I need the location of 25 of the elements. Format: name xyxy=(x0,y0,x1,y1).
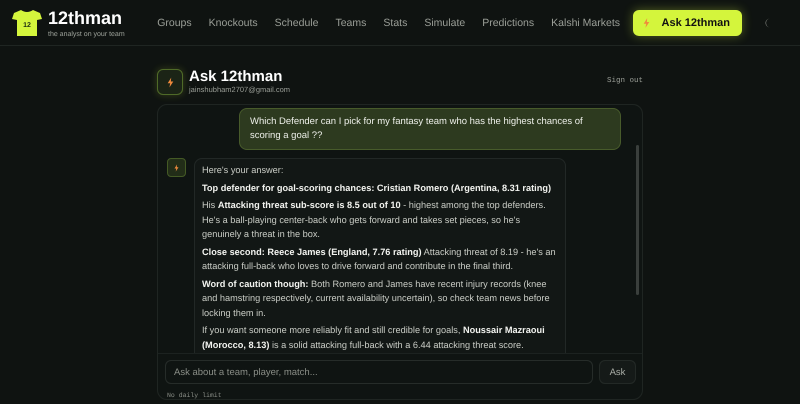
question-input[interactable]: Ask about a team, player, match... xyxy=(165,360,593,384)
nav-link[interactable]: Stats xyxy=(374,16,416,28)
nav-link[interactable]: Schedule xyxy=(266,16,327,28)
lightning-icon xyxy=(166,76,174,88)
nav-link[interactable]: Kalshi Markets xyxy=(542,16,629,28)
answer-paragraph: Word of caution though: Both Romero and James have recent injury records (knee and hamstring respectively, current availability uncertain), so check team news before locking them in. xyxy=(202,278,551,320)
user-message: Which Defender can I pick for my fantasy team who has the highest chances of scoring a goal ?? xyxy=(239,108,621,150)
brand-name: 12thman xyxy=(48,8,124,28)
nav-link[interactable]: Simulate xyxy=(416,16,474,28)
answer-paragraph: Close second: Reece James (England, 7.76 rating) Attacking threat of 8.19 - he's an attacking full-back who loves to drive forward and contribute in the final third. xyxy=(202,246,557,273)
answer-paragraph: His Attacking threat sub-score is 8.5 out of 10 - highest among the top defenders. He's a ball-playing center-back who gets forward and takes set pieces, so he's genuinely a threat in the box. xyxy=(202,199,547,241)
answer-paragraph: Top defender for goal-scoring chances: Cristian Romero (Argentina, 8.31 rating) xyxy=(202,182,552,195)
nav-link[interactable]: Teams xyxy=(326,16,375,28)
answer-paragraph: Here's your answer: xyxy=(202,164,284,177)
moon-icon[interactable] xyxy=(764,18,772,28)
chat-title: Ask 12thman xyxy=(189,69,284,85)
nav-link[interactable]: Knockouts xyxy=(200,16,266,28)
lightning-icon xyxy=(642,18,650,28)
ask-button[interactable]: Ask 12thman xyxy=(632,10,742,36)
lightning-icon xyxy=(174,164,179,172)
nav-link[interactable]: Groups xyxy=(148,16,200,28)
send-button[interactable]: Ask xyxy=(599,360,636,384)
scrollbar[interactable] xyxy=(636,145,639,295)
nav-link[interactable]: Predictions xyxy=(474,16,543,28)
answer-paragraph: If you want someone more reliably fit and still credible for goals, Noussair Mazraoui (Morocco, 8.13) is a solid attacking full-back with a 6.44 attacking threat score. xyxy=(202,324,546,352)
